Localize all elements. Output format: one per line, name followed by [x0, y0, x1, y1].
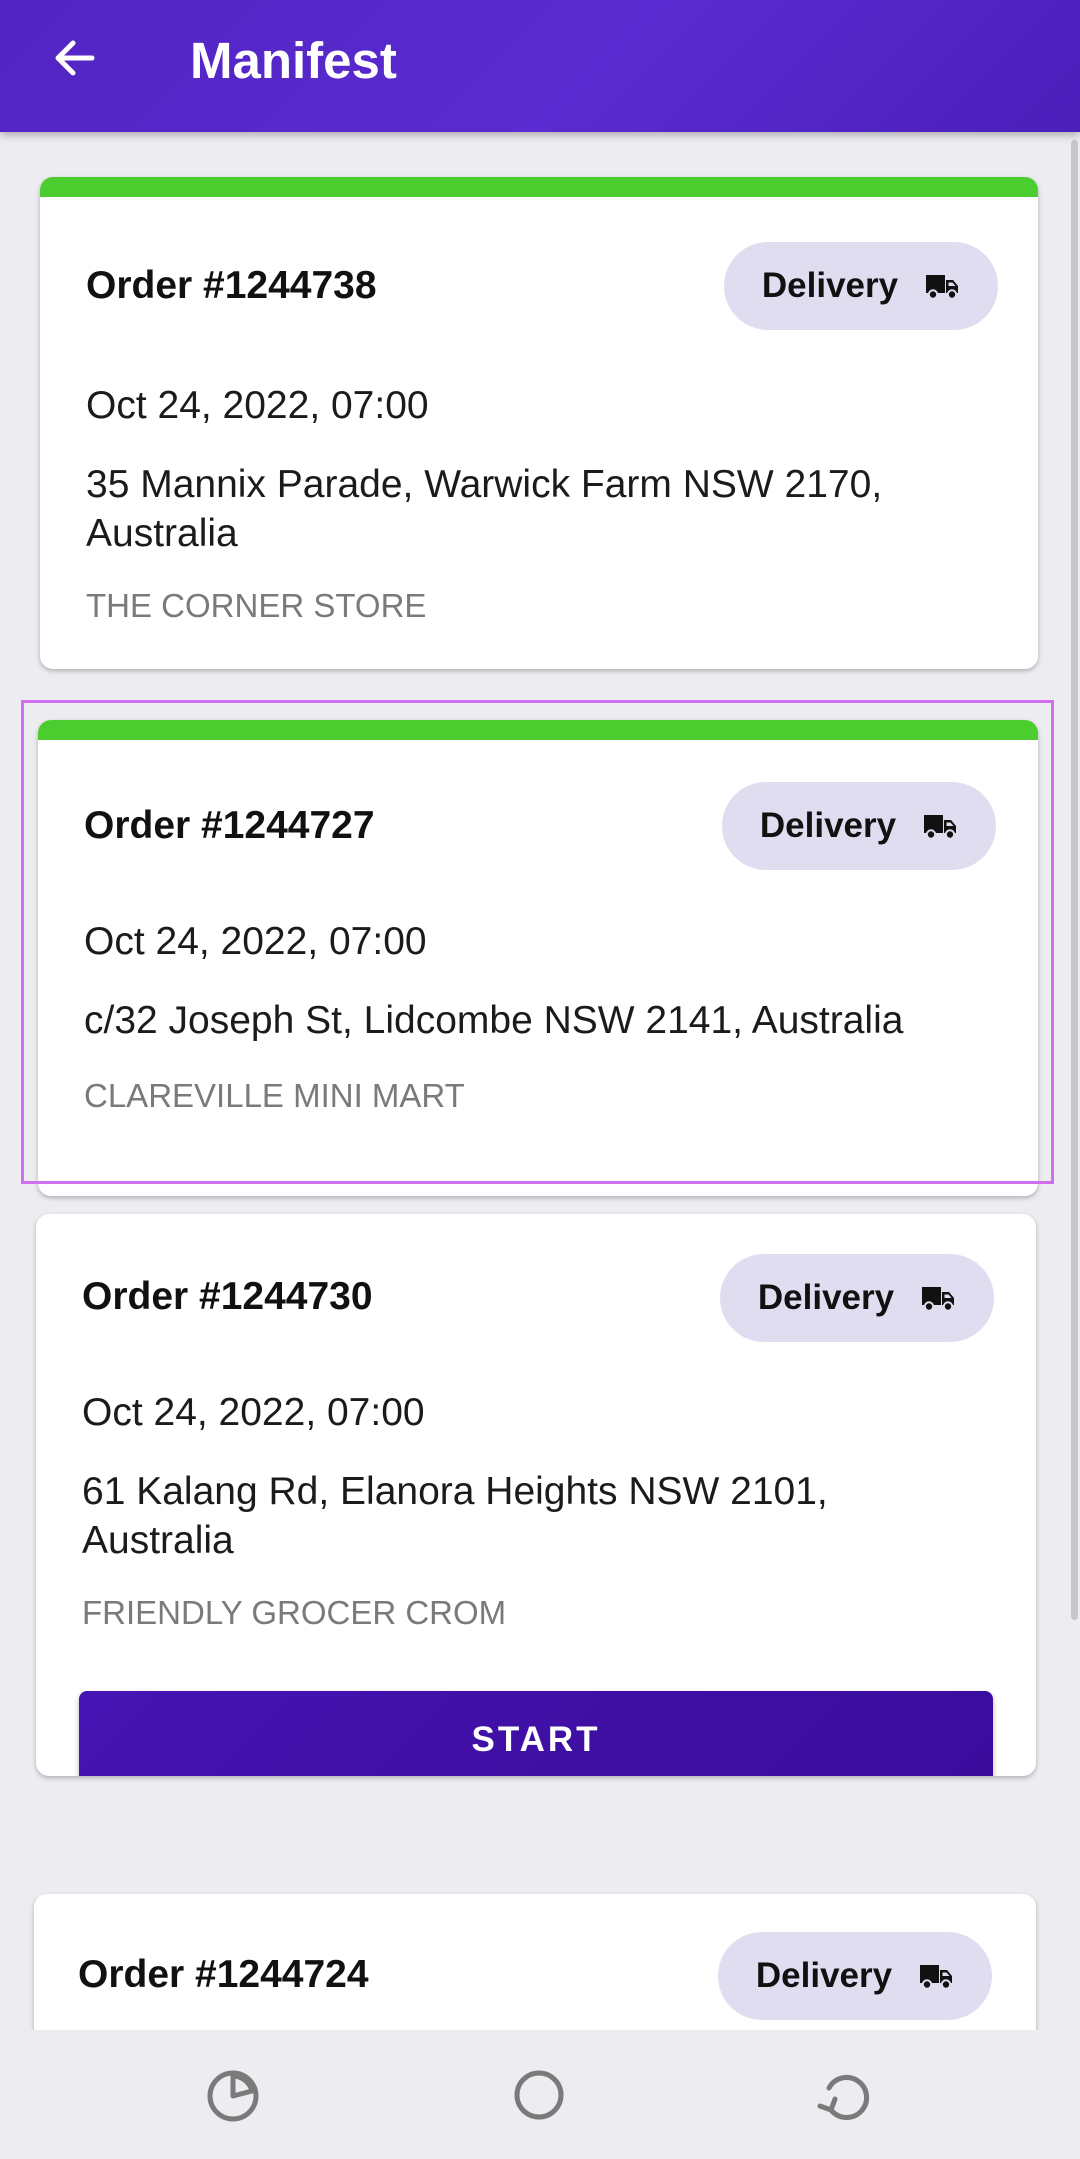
- order-date: Oct 24, 2022, 07:00: [84, 920, 427, 963]
- store-name: THE CORNER STORE: [86, 587, 427, 624]
- order-status-bar: [38, 720, 1038, 740]
- home-button[interactable]: [504, 2060, 574, 2130]
- app-bar: Manifest: [0, 0, 1080, 132]
- truck-icon: [920, 1284, 956, 1312]
- delivery-chip-label: Delivery: [759, 806, 897, 845]
- order-card[interactable]: Order #1244730 Delivery Oct 24, 2022, 07…: [36, 1214, 1036, 1776]
- delivery-chip[interactable]: Delivery: [722, 782, 996, 870]
- order-date: Oct 24, 2022, 07:00: [82, 1391, 425, 1434]
- order-address: 35 Mannix Parade, Warwick Farm NSW 2170,…: [86, 463, 883, 555]
- order-address: c/32 Joseph St, Lidcombe NSW 2141, Austr…: [84, 999, 904, 1042]
- order-number: Order #1244724: [78, 1953, 369, 1996]
- home-circle-icon: [514, 2070, 564, 2120]
- arrow-left-icon: [55, 40, 95, 76]
- manifest-list[interactable]: Order #1244738 Delivery Oct 24, 2022, 07…: [0, 132, 1080, 2030]
- delivery-chip-label: Delivery: [757, 1278, 895, 1317]
- delivery-chip-label: Delivery: [755, 1956, 893, 1995]
- order-date: Oct 24, 2022, 07:00: [86, 384, 429, 427]
- truck-icon: [918, 1962, 954, 1990]
- back-button[interactable]: [42, 26, 106, 90]
- order-number: Order #1244730: [82, 1275, 373, 1318]
- order-card[interactable]: Order #1244724 Delivery: [34, 1894, 1036, 2030]
- system-nav-bar: [0, 2030, 1080, 2159]
- truck-icon: [922, 812, 958, 840]
- order-card-selected[interactable]: Order #1244727 Delivery Oct 24, 2022, 07…: [38, 720, 1038, 1196]
- delivery-chip[interactable]: Delivery: [718, 1932, 992, 2020]
- order-card[interactable]: Order #1244738 Delivery Oct 24, 2022, 07…: [40, 177, 1038, 669]
- order-number: Order #1244727: [84, 804, 375, 847]
- page-title: Manifest: [190, 32, 397, 89]
- truck-icon: [924, 272, 960, 300]
- start-button[interactable]: START: [79, 1691, 993, 1776]
- scrollbar-thumb[interactable]: [1071, 140, 1078, 1620]
- recents-button[interactable]: [198, 2060, 268, 2130]
- delivery-chip-label: Delivery: [761, 266, 899, 305]
- order-status-bar: [40, 177, 1038, 197]
- store-name: CLAREVILLE MINI MART: [84, 1077, 465, 1114]
- delivery-chip[interactable]: Delivery: [724, 242, 998, 330]
- rotate-back-icon: [817, 2075, 870, 2120]
- store-name: FRIENDLY GROCER CROM: [82, 1594, 507, 1631]
- delivery-chip[interactable]: Delivery: [720, 1254, 994, 1342]
- back-nav-button[interactable]: [810, 2060, 880, 2130]
- order-address: 61 Kalang Rd, Elanora Heights NSW 2101, …: [82, 1470, 828, 1562]
- recents-icon: [207, 2070, 259, 2122]
- order-number: Order #1244738: [86, 264, 377, 307]
